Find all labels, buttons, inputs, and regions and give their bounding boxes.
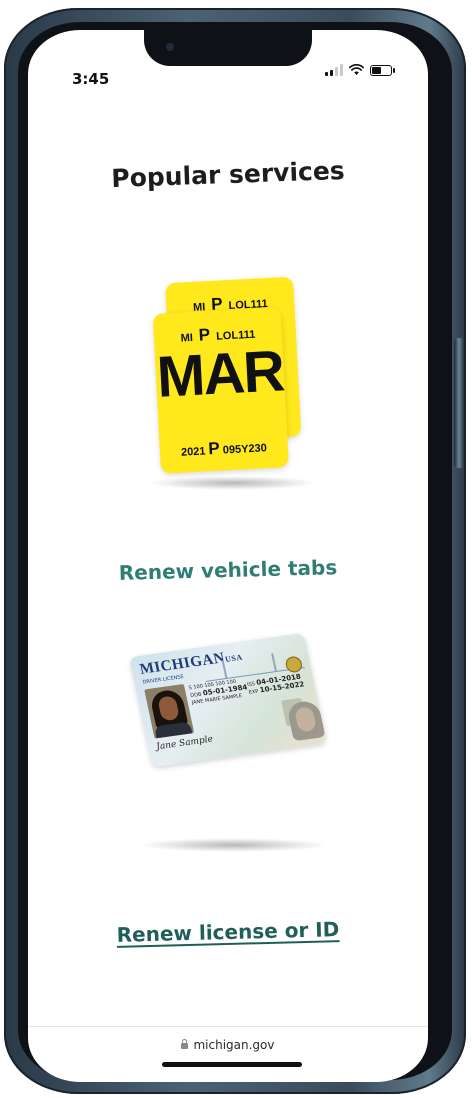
card-shadow: [138, 838, 328, 852]
phone-frame: 3:45 Popular services MI P LOL111 MI P L…: [4, 8, 466, 1094]
url-text: michigan.gov: [193, 1038, 275, 1052]
renew-license-link[interactable]: Renew license or ID: [28, 915, 428, 949]
notch: [144, 30, 312, 66]
card-details: S 100 100 100 100 DOB 05-01-1984 JANE MA…: [188, 678, 249, 706]
status-time: 3:45: [72, 70, 110, 88]
sticker-month: MAR: [155, 338, 285, 410]
sticker-serial-class: P: [207, 438, 221, 459]
ghost-portrait: [281, 697, 326, 742]
home-indicator[interactable]: [162, 1062, 302, 1067]
card-dates: ISS 04-01-2018 EXP 10-15-2022: [246, 672, 306, 696]
sticker-serial: 095Y230: [222, 442, 268, 457]
page-title: Popular services: [110, 155, 346, 194]
tabs-shadow: [148, 476, 318, 490]
camera-icon: [166, 43, 174, 51]
browser-divider: [28, 1026, 428, 1027]
signal-icon: [325, 64, 343, 76]
portrait-photo: [144, 683, 195, 739]
tab-sticker-front: MI P LOL111 MAR 2021 P 095Y230: [152, 307, 289, 474]
lock-icon: [181, 1039, 189, 1049]
stage: 3:45 Popular services MI P LOL111 MI P L…: [0, 0, 472, 1098]
vehicle-tabs-image[interactable]: MI P LOL111 MI P LOL111 MAR 2021 P 095Y230: [151, 276, 311, 474]
status-icons: [325, 64, 395, 76]
wifi-icon: [349, 64, 364, 75]
phone-screen: 3:45 Popular services MI P LOL111 MI P L…: [28, 30, 428, 1082]
renew-vehicle-tabs-link[interactable]: Renew vehicle tabs: [28, 553, 428, 587]
side-button: [454, 338, 464, 468]
battery-icon: [370, 64, 395, 76]
license-card-image[interactable]: MICHIGANUSA DRIVER LICENSE S 100 100 100…: [129, 632, 327, 768]
browser-url-bar[interactable]: michigan.gov: [28, 1038, 428, 1052]
sticker-year: 2021: [180, 445, 206, 459]
